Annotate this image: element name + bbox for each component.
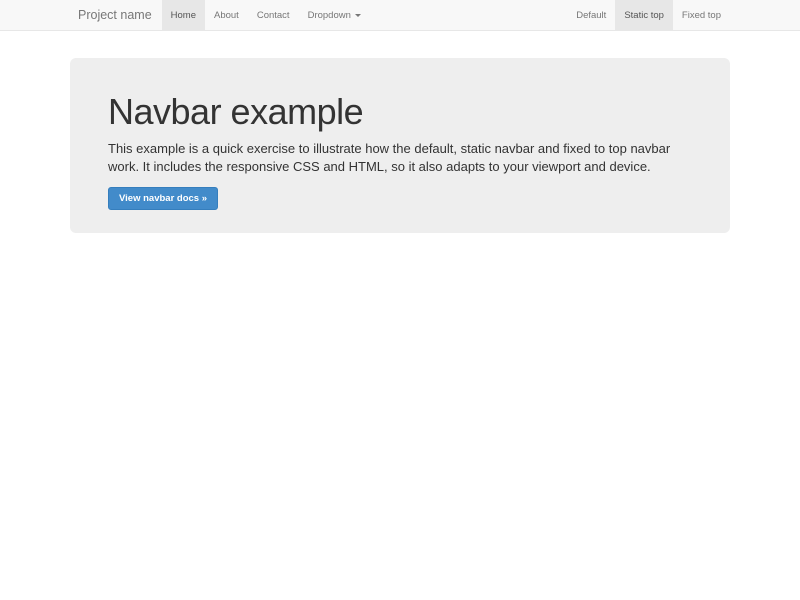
nav-item-label: About: [214, 10, 239, 21]
nav-item-label: Contact: [257, 10, 290, 21]
nav-item-home[interactable]: Home: [162, 0, 205, 30]
navbar: Project name Home About Contact Dropdown…: [0, 0, 800, 31]
nav-item-about[interactable]: About: [205, 0, 248, 30]
nav-item-dropdown[interactable]: Dropdown: [299, 0, 370, 30]
navbar-brand[interactable]: Project name: [70, 0, 160, 30]
view-navbar-docs-button[interactable]: View navbar docs »: [108, 187, 218, 210]
navbar-nav-right: Default Static top Fixed top: [567, 0, 730, 30]
nav-item-contact[interactable]: Contact: [248, 0, 299, 30]
nav-item-label: Dropdown: [308, 10, 351, 21]
caret-down-icon: [355, 14, 361, 17]
main-content: Navbar example This example is a quick e…: [70, 58, 730, 233]
navbar-nav-left: Home About Contact Dropdown: [162, 0, 370, 30]
jumbotron-description: This example is a quick exercise to illu…: [108, 140, 690, 177]
page-title: Navbar example: [108, 93, 692, 131]
nav-item-default[interactable]: Default: [567, 0, 615, 30]
jumbotron: Navbar example This example is a quick e…: [70, 58, 730, 233]
navbar-container: Project name Home About Contact Dropdown…: [70, 0, 730, 30]
nav-item-static-top[interactable]: Static top: [615, 0, 673, 30]
nav-item-label: Home: [171, 10, 196, 21]
nav-item-label: Static top: [624, 10, 664, 21]
nav-item-label: Default: [576, 10, 606, 21]
nav-item-label: Fixed top: [682, 10, 721, 21]
nav-item-fixed-top[interactable]: Fixed top: [673, 0, 730, 30]
